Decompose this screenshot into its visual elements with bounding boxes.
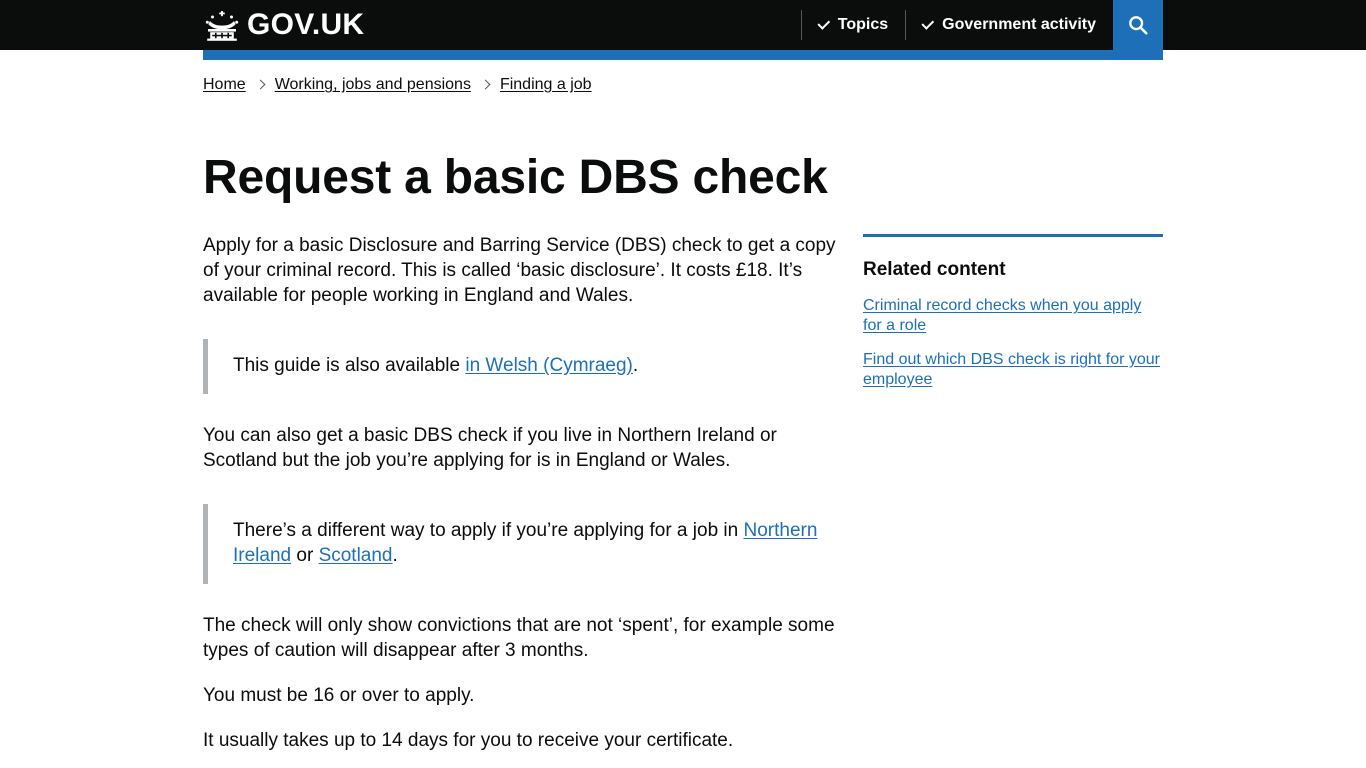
main-column: Apply for a basic Disclosure and Barring… [203,234,843,768]
chevron-right-icon [255,79,266,90]
inset-apply-text-middle: or [291,545,319,567]
nav-item-government-activity[interactable]: Government activity [906,0,1113,50]
nav-item-government-activity-label: Government activity [942,16,1096,33]
breadcrumb-item-working-jobs-and-pensions[interactable]: Working, jobs and pensions [275,75,471,95]
header-navigation: Topics Government activity [800,0,1113,50]
site-header: GOV.UK Topics Government activity [0,0,1366,50]
sidebar-column: Related content Criminal record checks w… [863,234,1163,768]
breadcrumb-item-home[interactable]: Home [203,75,246,95]
inset-welsh-text-before: This guide is also available [233,355,466,377]
content-grid: Apply for a basic Disclosure and Barring… [203,204,1163,768]
chevron-down-icon [921,16,935,30]
inset-different-way-to-apply: There’s a different way to apply if you’… [203,504,843,585]
header-inner: GOV.UK Topics Government activity [203,0,1163,50]
welsh-translation-link[interactable]: in Welsh (Cymraeg) [465,355,633,376]
search-icon [1127,14,1149,36]
govuk-logo-link[interactable]: GOV.UK [203,0,364,50]
paragraph-spent-convictions: The check will only show convictions tha… [203,615,835,662]
search-button[interactable] [1113,0,1163,50]
related-content-heading: Related content [863,259,1006,281]
chevron-right-icon [480,79,491,90]
breadcrumb-item-finding-a-job[interactable]: Finding a job [500,75,592,95]
paragraph-northern-ireland-scotland: You can also get a basic DBS check if yo… [203,425,777,472]
scotland-link[interactable]: Scotland [319,545,393,566]
related-content-list: Criminal record checks when you apply fo… [863,296,1163,390]
inset-welsh-text-after: . [632,355,639,377]
content-wrapper: Home Working, jobs and pensions Finding … [203,60,1163,768]
inset-welsh-translation: This guide is also available in Welsh (C… [203,339,843,395]
nav-item-topics-label: Topics [837,16,889,33]
nav-item-topics[interactable]: Topics [802,0,905,50]
related-link-which-dbs-check[interactable]: Find out which DBS check is right for yo… [863,351,1160,388]
page-root: GOV.UK Topics Government activity Home W… [0,0,1366,768]
list-item: Find out which DBS check is right for yo… [863,350,1163,390]
paragraph-processing-time: It usually takes up to 14 days for you t… [203,730,734,752]
paragraph-age-requirement: You must be 16 or over to apply. [203,685,475,707]
crown-icon [203,9,241,41]
inset-apply-text: There’s a different way to apply if you’… [233,519,843,569]
inset-apply-text-before: There’s a different way to apply if you’… [233,520,744,542]
govuk-logo-text: GOV.UK [247,7,365,41]
related-content-panel: Related content Criminal record checks w… [863,234,1163,390]
inset-apply-text-after: . [392,545,398,567]
header-accent-bar [203,50,1163,60]
breadcrumb: Home Working, jobs and pensions Finding … [203,60,1163,95]
chevron-down-icon [817,16,830,30]
intro-paragraph: Apply for a basic Disclosure and Barring… [203,235,836,307]
inset-welsh-text: This guide is also available in Welsh (C… [233,354,843,379]
list-item: Criminal record checks when you apply fo… [863,296,1163,336]
related-link-criminal-record-checks[interactable]: Criminal record checks when you apply fo… [863,297,1141,334]
page-title: Request a basic DBS check [203,151,828,204]
